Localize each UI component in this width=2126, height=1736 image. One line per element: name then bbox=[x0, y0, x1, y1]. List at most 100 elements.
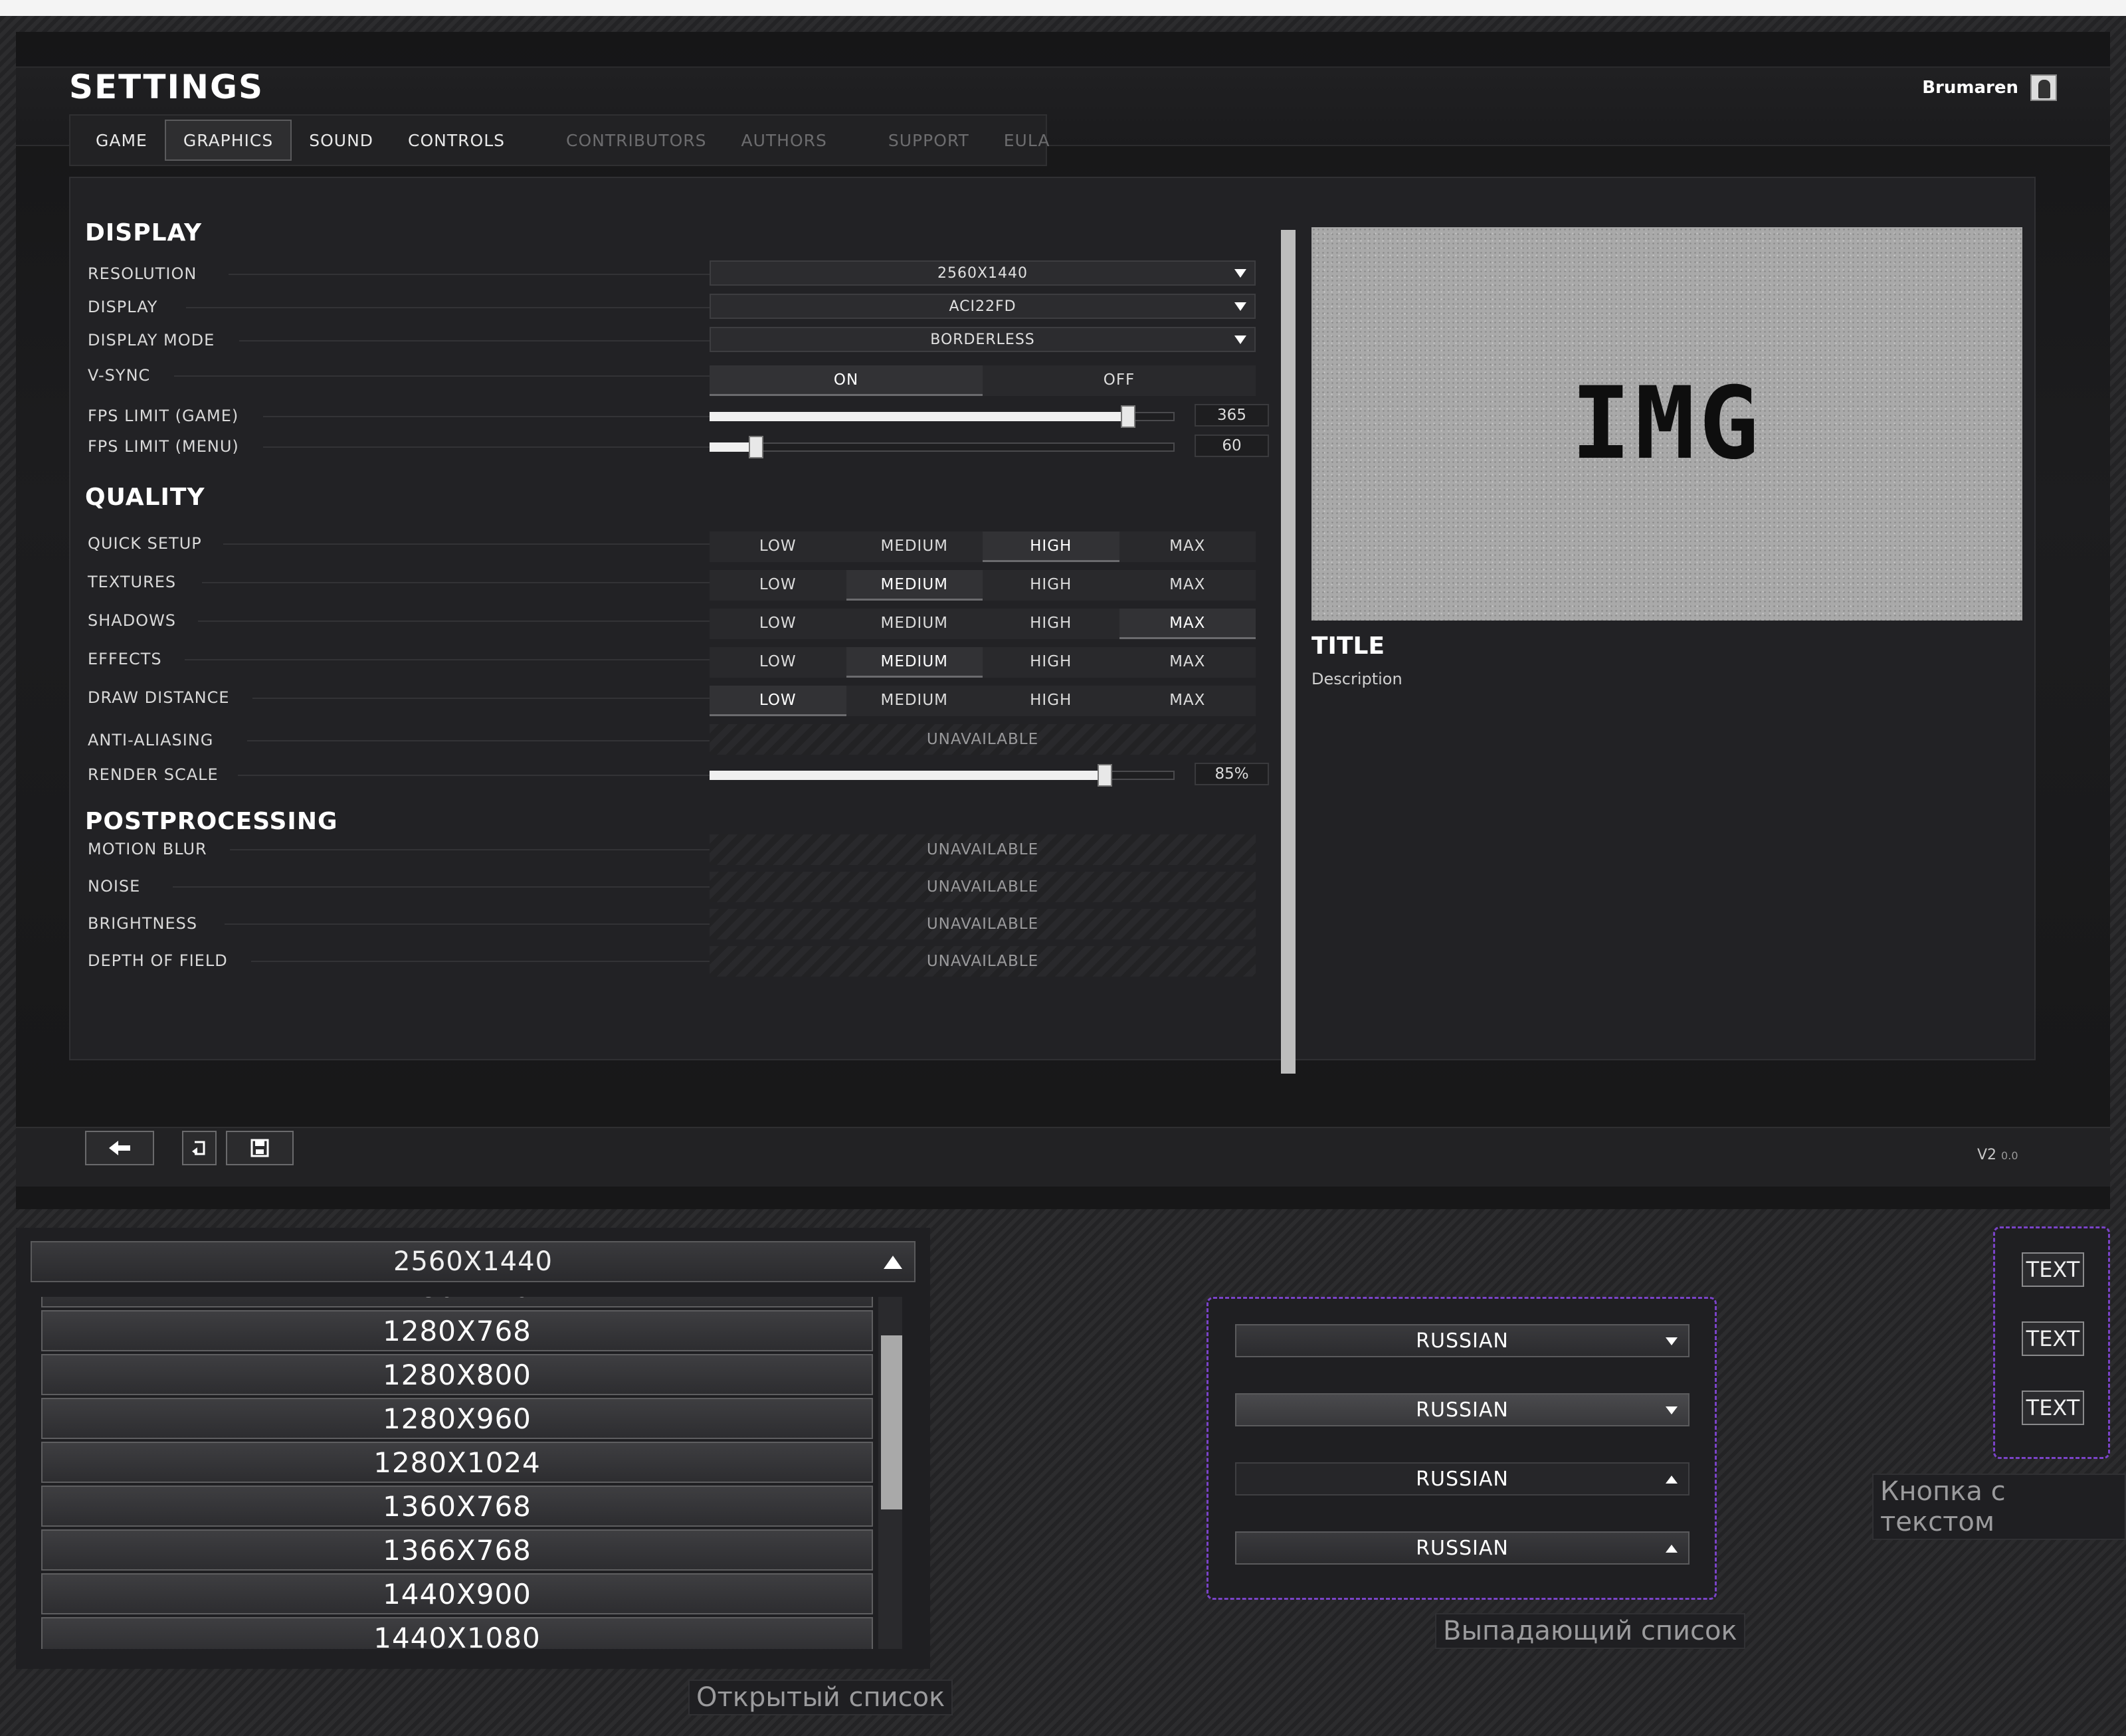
list-item-resolution[interactable]: 1366X768 bbox=[41, 1529, 873, 1571]
top-border bbox=[0, 0, 2126, 16]
row-divider bbox=[198, 621, 710, 622]
quality-option-high[interactable]: HIGH bbox=[983, 570, 1119, 601]
chevron-up-icon bbox=[1666, 1476, 1678, 1484]
row-divider bbox=[251, 961, 710, 962]
quality-option-low[interactable]: LOW bbox=[710, 647, 846, 678]
dropdown-value: RUSSIAN bbox=[1416, 1398, 1509, 1422]
language-dropdown-open[interactable]: RUSSIAN bbox=[1235, 1462, 1690, 1495]
row-divider bbox=[238, 775, 710, 776]
list-item-resolution[interactable]: 1440X1080 bbox=[41, 1617, 873, 1649]
quality-option-max[interactable]: MAX bbox=[1119, 570, 1256, 601]
version-label: V2 0.0 bbox=[1977, 1147, 2018, 1163]
label-postprocessing-row: BRIGHTNESS bbox=[88, 914, 198, 933]
quality-option-low[interactable]: LOW bbox=[710, 570, 846, 601]
text-button[interactable]: TEXT bbox=[2022, 1321, 2084, 1356]
display-mode-dropdown[interactable]: BORDERLESS bbox=[710, 327, 1256, 352]
fps-menu-value[interactable]: 60 bbox=[1195, 434, 1269, 457]
user-profile[interactable]: Brumaren bbox=[1922, 74, 2057, 101]
language-dropdown-hover[interactable]: RUSSIAN bbox=[1235, 1393, 1690, 1426]
tab-eula[interactable]: EULA bbox=[987, 120, 1068, 161]
open-list-selected: 2560X1440 bbox=[393, 1246, 553, 1277]
label-resolution: RESOLUTION bbox=[88, 264, 197, 283]
quality-option-max[interactable]: MAX bbox=[1119, 531, 1256, 562]
row-divider bbox=[263, 446, 710, 448]
language-dropdown-open-hover[interactable]: RUSSIAN bbox=[1235, 1531, 1690, 1565]
avatar[interactable] bbox=[2030, 74, 2057, 101]
quality-option-medium[interactable]: MEDIUM bbox=[846, 531, 983, 562]
quality-option-medium[interactable]: MEDIUM bbox=[846, 570, 983, 601]
row-divider bbox=[186, 307, 710, 308]
list-item-resolution[interactable]: 1280X768 bbox=[41, 1310, 873, 1351]
render-scale-value[interactable]: 85% bbox=[1195, 763, 1269, 785]
fps-game-value[interactable]: 365 bbox=[1195, 404, 1269, 427]
quality-option-medium[interactable]: MEDIUM bbox=[846, 609, 983, 639]
label-render-scale: RENDER SCALE bbox=[88, 765, 219, 784]
section-title-quality: QUALITY bbox=[85, 484, 205, 511]
tab-controls[interactable]: CONTROLS bbox=[391, 120, 522, 161]
list-item-resolution[interactable]: 1360X768 bbox=[41, 1486, 873, 1527]
quality-option-medium[interactable]: MEDIUM bbox=[846, 686, 983, 716]
settings-tabs: GAME GRAPHICS SOUND CONTROLS CONTRIBUTOR… bbox=[69, 114, 1049, 166]
row-divider bbox=[229, 274, 710, 275]
tab-authors[interactable]: AUTHORS bbox=[724, 120, 844, 161]
row-divider bbox=[174, 375, 710, 377]
page-title: SETTINGS bbox=[69, 68, 264, 106]
quality-option-high[interactable]: HIGH bbox=[983, 686, 1119, 716]
list-item-resolution[interactable]: 1280X960 bbox=[41, 1398, 873, 1439]
save-icon bbox=[250, 1139, 269, 1157]
save-button[interactable] bbox=[226, 1131, 294, 1165]
label-postprocessing-row: DEPTH OF FIELD bbox=[88, 951, 228, 970]
quality-option-max[interactable]: MAX bbox=[1119, 686, 1256, 716]
tab-game[interactable]: GAME bbox=[78, 120, 165, 161]
quality-option-high[interactable]: HIGH bbox=[983, 531, 1119, 562]
tab-sound[interactable]: SOUND bbox=[292, 120, 391, 161]
label-postprocessing-row: NOISE bbox=[88, 877, 141, 896]
tab-support[interactable]: SUPPORT bbox=[871, 120, 987, 161]
open-list-showcase: 2560X1440 1280X720 1280X7681280X8001280X9… bbox=[16, 1228, 930, 1669]
row-divider bbox=[225, 923, 710, 925]
row-divider bbox=[263, 416, 710, 417]
quality-option-max[interactable]: MAX bbox=[1119, 609, 1256, 639]
quality-option-low[interactable]: LOW bbox=[710, 686, 846, 716]
language-dropdown[interactable]: RUSSIAN bbox=[1235, 1324, 1690, 1357]
quality-selector: LOW MEDIUM HIGH MAX bbox=[710, 531, 1256, 562]
quality-option-high[interactable]: HIGH bbox=[983, 647, 1119, 678]
list-item-resolution[interactable]: 1280X720 bbox=[41, 1297, 873, 1307]
slider-handle[interactable] bbox=[1121, 405, 1135, 428]
render-scale-slider[interactable] bbox=[710, 760, 1175, 791]
row-divider bbox=[247, 740, 710, 741]
panel-scrollbar[interactable] bbox=[1281, 230, 1296, 1074]
back-arrow-icon bbox=[109, 1141, 130, 1155]
slider-handle[interactable] bbox=[1098, 764, 1112, 787]
label-fps-menu: FPS LIMIT (MENU) bbox=[88, 437, 239, 456]
text-button[interactable]: TEXT bbox=[2022, 1252, 2084, 1287]
open-list-dropdown[interactable]: 2560X1440 bbox=[31, 1241, 916, 1282]
back-button[interactable] bbox=[85, 1131, 154, 1165]
vsync-on-option[interactable]: ON bbox=[710, 365, 983, 396]
dropdown-showcase: RUSSIAN RUSSIAN RUSSIAN RUSSIAN bbox=[1207, 1297, 1717, 1600]
fps-menu-slider[interactable] bbox=[710, 432, 1175, 462]
chevron-down-icon bbox=[1234, 302, 1246, 311]
display-dropdown[interactable]: ACI22FD bbox=[710, 294, 1256, 319]
quality-option-low[interactable]: LOW bbox=[710, 531, 846, 562]
quality-option-max[interactable]: MAX bbox=[1119, 647, 1256, 678]
tab-graphics[interactable]: GRAPHICS bbox=[164, 120, 292, 161]
tab-contributors[interactable]: CONTRIBUTORS bbox=[549, 120, 724, 161]
list-item-resolution[interactable]: 1440X900 bbox=[41, 1573, 873, 1614]
label-quality-row: DRAW DISTANCE bbox=[88, 688, 230, 707]
quality-option-low[interactable]: LOW bbox=[710, 609, 846, 639]
list-scrollbar-thumb[interactable] bbox=[881, 1335, 902, 1509]
list-item-resolution[interactable]: 1280X1024 bbox=[41, 1442, 873, 1483]
reset-button[interactable] bbox=[182, 1131, 217, 1165]
vsync-off-option[interactable]: OFF bbox=[983, 365, 1256, 396]
resolution-dropdown[interactable]: 2560X1440 bbox=[710, 260, 1256, 286]
slider-handle[interactable] bbox=[749, 436, 763, 458]
quality-option-high[interactable]: HIGH bbox=[983, 609, 1119, 639]
text-button[interactable]: TEXT bbox=[2022, 1391, 2084, 1425]
label-quality-row: SHADOWS bbox=[88, 611, 177, 630]
postprocessing-unavailable: UNAVAILABLE bbox=[710, 909, 1256, 939]
quality-option-medium[interactable]: MEDIUM bbox=[846, 647, 983, 678]
chevron-down-icon bbox=[1666, 1406, 1678, 1414]
list-item-resolution[interactable]: 1280X800 bbox=[41, 1354, 873, 1395]
fps-game-slider[interactable] bbox=[710, 401, 1175, 432]
